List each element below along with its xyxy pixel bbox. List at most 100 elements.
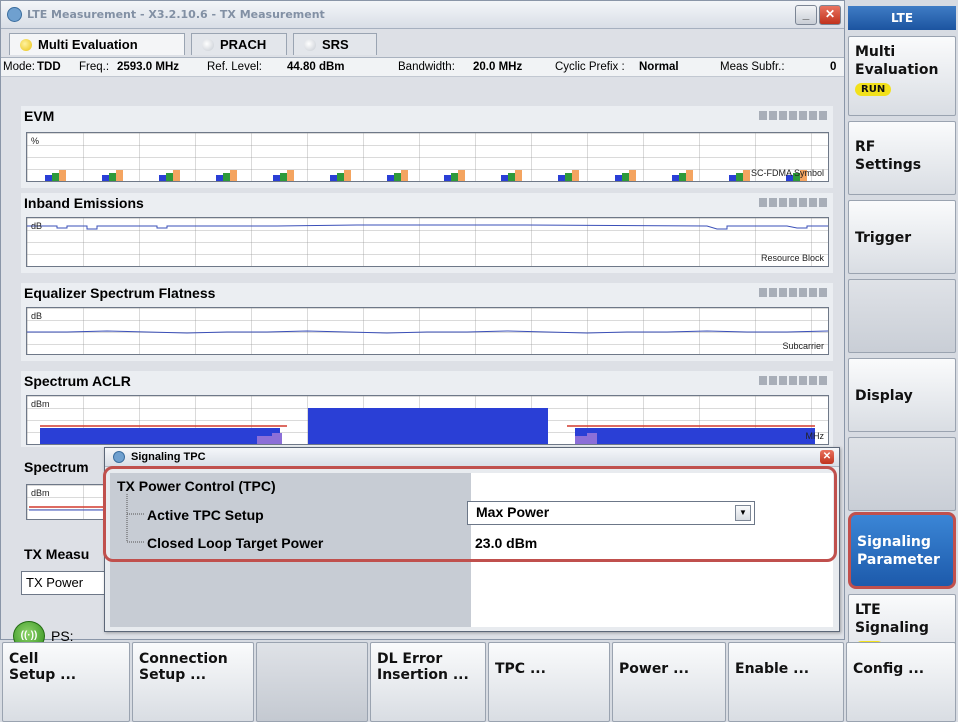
display-softkey[interactable]: Display xyxy=(848,358,956,432)
softkey-line1: LTE xyxy=(855,602,881,618)
evm-bar xyxy=(501,175,508,181)
evm-bars xyxy=(45,170,807,181)
power-softkey[interactable]: Power ... xyxy=(612,642,726,722)
freq-value: 2593.0 MHz xyxy=(117,61,180,73)
cp-value: Normal xyxy=(639,61,679,73)
evm-bar xyxy=(629,170,636,181)
multi-evaluation-softkey[interactable]: Multi Evaluation RUN xyxy=(848,36,956,116)
evm-bar xyxy=(615,175,622,181)
dl-error-insertion-softkey[interactable]: DL Error Insertion ... xyxy=(370,642,486,722)
empty-softkey[interactable] xyxy=(256,642,368,722)
evm-bar xyxy=(223,173,230,181)
status-led-icon xyxy=(304,39,316,51)
dialog-title: Signaling TPC xyxy=(131,451,206,463)
tab-label: SRS xyxy=(322,37,349,52)
evm-bar xyxy=(230,170,237,181)
bandwidth-label: Bandwidth: xyxy=(398,61,455,73)
rs-logo-icon xyxy=(113,451,125,463)
evm-bar xyxy=(672,175,679,181)
tab-prach[interactable]: PRACH xyxy=(191,33,287,55)
close-icon[interactable]: ✕ xyxy=(819,5,841,25)
inband-emissions-plot[interactable]: dB Resource Block xyxy=(26,217,829,267)
panel-title: Spectrum ACLR xyxy=(24,373,131,389)
evm-bar xyxy=(736,173,743,181)
sem-panel-title: Spectrum xyxy=(24,459,89,475)
mode-label: Mode: xyxy=(3,61,35,73)
tab-multi-evaluation[interactable]: Multi Evaluation xyxy=(9,33,185,55)
inband-trace xyxy=(27,224,828,230)
mode-value: TDD xyxy=(37,61,61,73)
spectrum-aclr-panel[interactable]: Spectrum ACLR dBm MHz xyxy=(21,371,833,447)
softkey-line1: RF xyxy=(855,139,876,155)
panel-status-indicator xyxy=(759,288,829,297)
aclr-bars xyxy=(40,408,815,444)
softkey-line2: Setup ... xyxy=(139,667,207,683)
connection-setup-softkey[interactable]: Connection Setup ... xyxy=(132,642,254,722)
evm-panel[interactable]: EVM % SC-FDMA Symbol xyxy=(21,106,833,188)
evm-bar xyxy=(173,170,180,181)
rf-settings-softkey[interactable]: RF Settings xyxy=(848,121,956,195)
softkey-line2: Insertion ... xyxy=(377,667,469,683)
close-icon[interactable]: ✕ xyxy=(820,450,834,464)
sem-trace xyxy=(29,506,105,511)
x-axis-label: MHz xyxy=(805,431,825,441)
inband-emissions-panel[interactable]: Inband Emissions dB Resource Block xyxy=(21,193,833,273)
spectrum-flatness-panel[interactable]: Equalizer Spectrum Flatness dB Subcarrie… xyxy=(21,283,833,361)
softkey-line1: Enable ... xyxy=(735,661,810,677)
evm-bar xyxy=(273,175,280,181)
empty-softkey[interactable] xyxy=(848,279,956,353)
status-badge: RUN xyxy=(855,83,892,96)
evm-bar xyxy=(444,175,451,181)
evm-bar xyxy=(287,170,294,181)
config-softkey[interactable]: Config ... xyxy=(846,642,956,722)
minimize-icon[interactable]: _ xyxy=(795,5,817,25)
spectrum-aclr-plot[interactable]: dBm MHz xyxy=(26,395,829,445)
y-unit-label: dBm xyxy=(31,399,50,409)
trigger-softkey[interactable]: Trigger xyxy=(848,200,956,274)
evm-bar xyxy=(401,170,408,181)
subfr-label: Meas Subfr.: xyxy=(720,61,785,73)
empty-softkey[interactable] xyxy=(848,437,956,511)
sem-plot[interactable]: dBm xyxy=(26,484,106,520)
panel-status-indicator xyxy=(759,198,829,207)
cp-label: Cyclic Prefix : xyxy=(555,61,625,73)
evm-bar xyxy=(565,173,572,181)
evm-bar xyxy=(52,173,59,181)
signaling-parameter-softkey[interactable]: Signaling Parameter xyxy=(848,512,956,589)
softkey-line2: Signaling xyxy=(855,620,929,636)
lte-header[interactable]: LTE xyxy=(848,6,956,30)
window-title: LTE Measurement - X3.2.10.6 - TX Measure… xyxy=(27,8,325,21)
x-axis-label: Resource Block xyxy=(760,253,824,263)
tab-srs[interactable]: SRS xyxy=(293,33,377,55)
evm-bar xyxy=(216,175,223,181)
tab-label: Multi Evaluation xyxy=(38,37,138,52)
evm-bar xyxy=(166,173,173,181)
softkey-line1: Display xyxy=(855,388,913,404)
tx-power-field[interactable]: TX Power xyxy=(21,571,105,595)
reflevel-label: Ref. Level: xyxy=(207,61,262,73)
spectrum-flatness-plot[interactable]: dB Subcarrier xyxy=(26,307,829,355)
flatness-trace xyxy=(27,330,828,334)
evm-bar xyxy=(394,173,401,181)
softkey-line1: Config ... xyxy=(853,661,925,677)
softkey-line1: Power ... xyxy=(619,661,690,677)
panel-status-indicator xyxy=(759,111,829,120)
evm-plot[interactable]: % SC-FDMA Symbol xyxy=(26,132,829,182)
cell-setup-softkey[interactable]: Cell Setup ... xyxy=(2,642,130,722)
tpc-softkey[interactable]: TPC ... xyxy=(488,642,610,722)
softkey-line1: DL Error xyxy=(377,651,443,667)
freq-label: Freq.: xyxy=(79,61,110,73)
evm-bar xyxy=(116,170,123,181)
tab-label: PRACH xyxy=(220,37,267,52)
panel-title: Equalizer Spectrum Flatness xyxy=(24,285,216,301)
tx-measurement-title: TX Measu xyxy=(24,546,90,562)
softkey-line1: Connection xyxy=(139,651,228,667)
softkey-line2: Parameter xyxy=(857,552,940,568)
status-led-icon xyxy=(20,39,32,51)
evm-bar xyxy=(45,175,52,181)
softkey-line2: Evaluation xyxy=(855,62,939,78)
evm-bar xyxy=(109,173,116,181)
enable-softkey[interactable]: Enable ... xyxy=(728,642,844,722)
evm-bar xyxy=(743,170,750,181)
softkey-line1: Trigger xyxy=(855,230,912,246)
